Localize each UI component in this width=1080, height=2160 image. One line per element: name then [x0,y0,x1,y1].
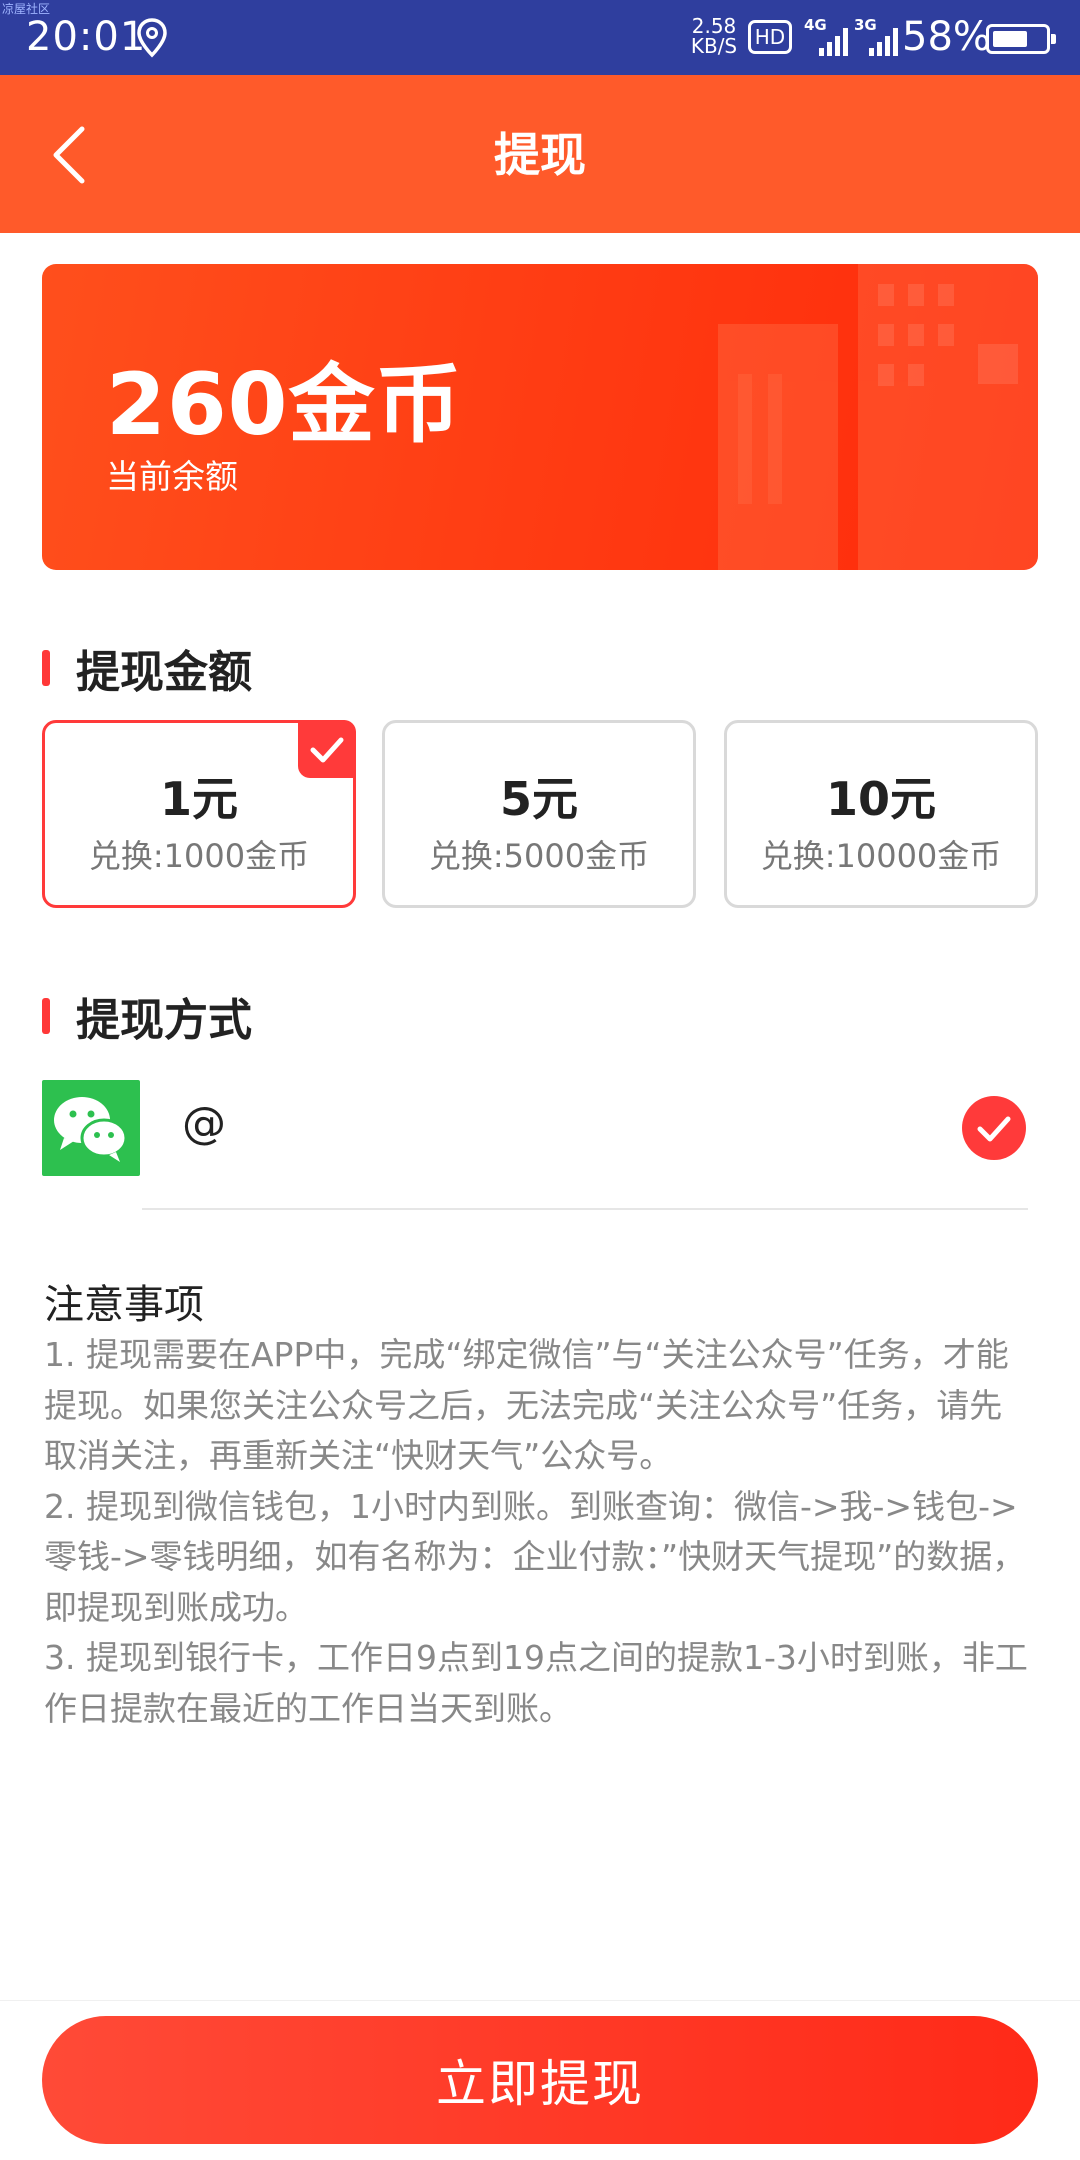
battery-percent: 58% [902,14,991,60]
method-selected-check-icon[interactable] [962,1096,1026,1160]
amount-option-value: 5元 [499,772,578,826]
selected-check-icon [298,720,356,778]
section-accent-bar [42,650,50,686]
amount-option-value: 10元 [825,772,936,826]
amount-option-exchange: 兑换:5000金币 [428,837,650,875]
amount-section-title: 提现金额 [76,647,252,698]
status-bar: 凉屋社区 20:01 2.58 KB/S HD 4G 3G 58% [0,0,1080,75]
amount-option-exchange: 兑换:1000金币 [88,837,310,875]
notes-line: 1. 提现需要在APP中，完成“绑定微信”与“关注公众号”任务，才能提现。如果您… [44,1335,1009,1475]
buildings-illustration [718,264,1038,570]
method-divider [142,1208,1028,1210]
amount-option-exchange: 兑换:10000金币 [760,837,1002,875]
network-speed: 2.58 KB/S [686,16,742,56]
method-section-title: 提现方式 [76,995,252,1046]
amount-section-header: 提现金额 [42,636,252,700]
amount-option-1[interactable]: 1元 兑换:1000金币 [42,720,356,908]
network-speed-unit: KB/S [690,34,738,58]
page-title: 提现 [494,128,586,182]
wechat-icon [42,1080,140,1176]
amount-option-10[interactable]: 10元 兑换:10000金币 [724,720,1038,908]
signal-4g-icon: 4G [804,16,848,60]
location-icon [137,18,167,58]
battery-icon [986,24,1056,54]
notes-line: 3. 提现到银行卡，工作日9点到19点之间的提款1-3小时到账，非工作日提款在最… [44,1638,1028,1728]
hd-badge: HD [748,20,792,54]
notes-line: 2. 提现到微信钱包，1小时内到账。到账查询：微信->我->钱包->零钱->零钱… [44,1486,1026,1627]
balance-label: 当前余额 [106,457,238,496]
network-speed-value: 2.58 [691,14,737,38]
notes-title: 注意事项 [44,1282,204,1328]
status-time: 20:01 [26,14,147,60]
balance-card: 260金币 当前余额 [42,264,1038,570]
app-header: 提现 [0,75,1080,233]
amount-option-5[interactable]: 5元 兑换:5000金币 [382,720,696,908]
method-section-header: 提现方式 [42,984,252,1048]
balance-value: 260金币 [106,355,463,455]
section-accent-bar [42,998,50,1034]
wechat-account: @ [182,1098,226,1149]
battery-fill [993,31,1027,47]
notes-body: 1. 提现需要在APP中，完成“绑定微信”与“关注公众号”任务，才能提现。如果您… [44,1330,1034,1734]
withdraw-now-label: 立即提现 [436,2055,644,2113]
signal-3g-icon: 3G [854,16,898,60]
withdraw-now-button[interactable]: 立即提现 [42,2016,1038,2144]
